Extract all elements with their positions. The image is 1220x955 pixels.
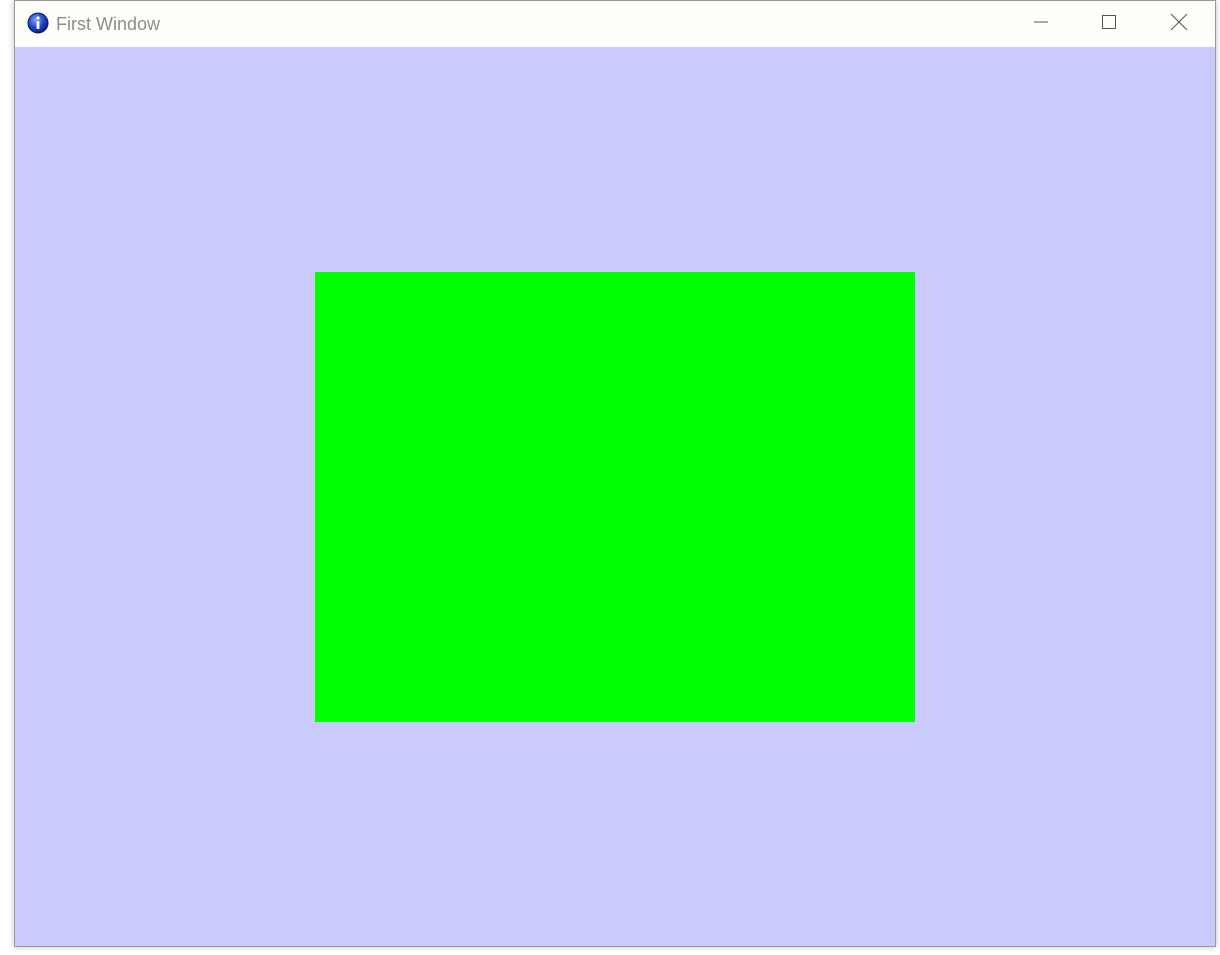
green-rectangle xyxy=(315,272,915,722)
app-window: First Window xyxy=(14,0,1216,947)
client-area xyxy=(15,47,1215,946)
desktop: First Window xyxy=(0,0,1220,955)
info-icon[interactable] xyxy=(27,12,49,34)
maximize-button[interactable] xyxy=(1075,1,1143,47)
minimize-icon xyxy=(1033,14,1049,35)
title-bar[interactable]: First Window xyxy=(15,1,1215,47)
close-icon xyxy=(1170,13,1188,36)
minimize-button[interactable] xyxy=(1007,1,1075,47)
close-button[interactable] xyxy=(1145,1,1213,47)
maximize-icon xyxy=(1101,14,1117,35)
window-title: First Window xyxy=(56,14,161,34)
